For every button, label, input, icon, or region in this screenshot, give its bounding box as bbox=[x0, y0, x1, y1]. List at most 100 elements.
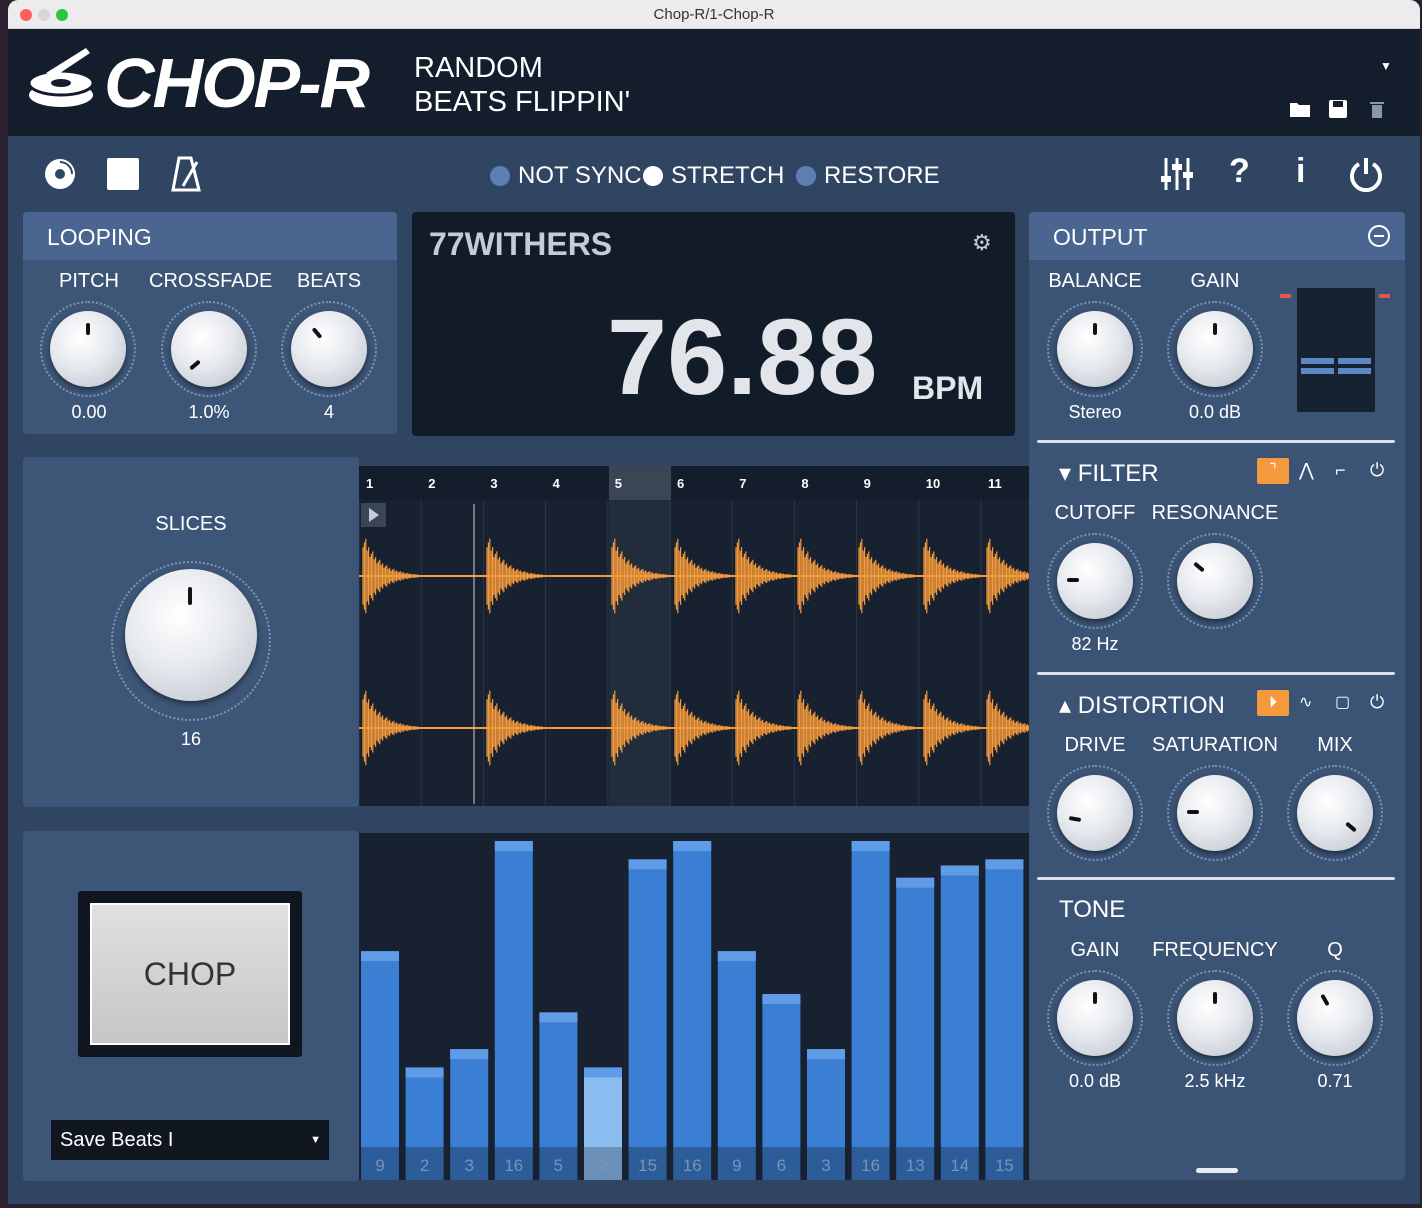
beat-label: 11 bbox=[988, 476, 1002, 491]
slice-bar-cap bbox=[584, 1067, 622, 1078]
filter-section-title[interactable]: ▾ FILTER bbox=[1059, 459, 1159, 488]
slices-value: 16 bbox=[180, 729, 202, 749]
q-knob[interactable] bbox=[1297, 980, 1373, 1056]
pitch-knob[interactable] bbox=[50, 311, 126, 387]
resize-handle[interactable] bbox=[1196, 1168, 1238, 1173]
bandpass-filter-icon[interactable]: ⋀ bbox=[1299, 460, 1314, 481]
tone-gain-knob[interactable] bbox=[1057, 980, 1133, 1056]
distortion-power-icon[interactable]: ⏻ bbox=[1370, 692, 1384, 713]
waveform-view[interactable]: 1 2 3 4 5 6 7 8 9 10 11 bbox=[358, 466, 1043, 806]
slice-number-label: 3 bbox=[821, 1156, 830, 1175]
metronome-icon[interactable] bbox=[171, 156, 201, 192]
output-header: OUTPUT bbox=[1029, 212, 1405, 260]
looping-header: LOOPING bbox=[23, 212, 397, 260]
slice-bar bbox=[628, 859, 667, 1147]
slices-panel: SLICES 16 bbox=[23, 457, 359, 807]
trash-icon[interactable] bbox=[1369, 99, 1385, 119]
preset-dropdown-icon[interactable]: ▼ bbox=[1380, 59, 1392, 73]
slice-bar-cap bbox=[361, 951, 399, 962]
help-icon[interactable]: ? bbox=[1229, 152, 1250, 191]
tagline-line-1: RANDOM bbox=[414, 52, 543, 84]
slice-bar bbox=[539, 1012, 578, 1147]
cutoff-value: 82 Hz bbox=[1071, 634, 1119, 654]
slice-number-label: 5 bbox=[554, 1156, 563, 1175]
mix-knob[interactable] bbox=[1297, 775, 1373, 851]
stop-button[interactable] bbox=[107, 158, 139, 190]
slice-bar bbox=[807, 1049, 845, 1147]
info-icon[interactable]: i bbox=[1296, 152, 1305, 191]
sync-option-stretch[interactable]: STRETCH bbox=[643, 162, 784, 190]
save-beats-dropdown[interactable]: Save Beats I ▼ bbox=[51, 1120, 329, 1160]
record-disc-icon[interactable] bbox=[44, 158, 76, 190]
distortion-section-title[interactable]: ▴ DISTORTION bbox=[1059, 691, 1225, 720]
sequencer-svg: 9 2 3 16 5 2 15 16 9 6 3 16 13 14 15 bbox=[361, 841, 1024, 1180]
beat-label: 2 bbox=[428, 476, 435, 491]
filter-power-icon[interactable]: ⏻ bbox=[1370, 460, 1384, 481]
tone-gain-label: GAIN bbox=[1070, 939, 1120, 961]
slice-bar-cap bbox=[762, 994, 801, 1004]
toolbar: NOT SYNC STRETCH RESTORE ? i bbox=[8, 136, 1420, 212]
drive-knob[interactable] bbox=[1057, 775, 1133, 851]
mix-label: MIX bbox=[1317, 734, 1353, 756]
close-window-button[interactable] bbox=[20, 9, 32, 21]
crossfade-knob[interactable] bbox=[171, 311, 247, 387]
minimize-window-button[interactable] bbox=[38, 9, 50, 21]
slices-label: SLICES bbox=[155, 513, 227, 535]
balance-knob[interactable] bbox=[1057, 311, 1133, 387]
output-title: OUTPUT bbox=[1053, 224, 1148, 250]
slices-knob[interactable] bbox=[125, 569, 257, 701]
sync-option-restore[interactable]: RESTORE bbox=[796, 162, 940, 190]
slice-number-label: 13 bbox=[906, 1156, 925, 1175]
balance-label: BALANCE bbox=[1048, 270, 1142, 292]
window-title: Chop-R/1-Chop-R bbox=[653, 6, 775, 23]
chop-button[interactable]: CHOP bbox=[78, 891, 302, 1057]
beat-label: 6 bbox=[677, 476, 684, 491]
saturation-knob[interactable] bbox=[1177, 775, 1253, 851]
bpm-value: 76.88 bbox=[607, 296, 878, 417]
q-value: 0.71 bbox=[1317, 1071, 1353, 1091]
header: CHOP-R RANDOM BEATS FLIPPIN' ▼ bbox=[8, 29, 1420, 136]
tone-gain-value: 0.0 dB bbox=[1068, 1071, 1122, 1091]
highpass-filter-icon[interactable]: ⌐ bbox=[1335, 460, 1346, 481]
sync-option-not-sync[interactable]: NOT SYNC bbox=[490, 162, 642, 190]
power-icon[interactable] bbox=[1349, 156, 1383, 192]
q-label: Q bbox=[1327, 939, 1343, 961]
radio-dot-icon bbox=[643, 166, 663, 186]
save-icon[interactable] bbox=[1328, 99, 1348, 119]
lowpass-filter-icon[interactable]: ⌝ bbox=[1257, 458, 1289, 484]
bpm-display: 77WITHERS ⚙ 76.88 BPM bbox=[412, 212, 1015, 436]
level-meter bbox=[1297, 288, 1375, 412]
slice-bar bbox=[851, 841, 890, 1147]
slice-bar-cap bbox=[673, 841, 712, 851]
diode-icon[interactable]: ⏵ bbox=[1257, 690, 1289, 716]
slice-bar bbox=[673, 841, 712, 1147]
tone-title: TONE bbox=[1059, 896, 1126, 923]
wave-shaper-icon[interactable]: ∿ bbox=[1299, 692, 1312, 712]
crossfade-value: 1.0% bbox=[188, 402, 230, 422]
pitch-value: 0.00 bbox=[71, 402, 107, 422]
save-beats-value: Save Beats I bbox=[60, 1129, 174, 1151]
beats-value: 4 bbox=[323, 402, 334, 422]
tagline: RANDOM BEATS FLIPPIN' bbox=[414, 51, 630, 119]
output-gain-knob[interactable] bbox=[1177, 311, 1253, 387]
collapse-minus-icon[interactable] bbox=[1367, 224, 1391, 248]
cutoff-knob[interactable] bbox=[1057, 543, 1133, 619]
beat-label: 1 bbox=[366, 476, 373, 491]
slice-bar bbox=[361, 951, 399, 1147]
folder-icon[interactable] bbox=[1289, 100, 1311, 118]
resonance-knob[interactable] bbox=[1177, 543, 1253, 619]
settings-gear-icon[interactable]: ⚙ bbox=[972, 230, 992, 256]
mixer-sliders-icon[interactable] bbox=[1160, 156, 1194, 192]
slice-number-label: 16 bbox=[504, 1156, 523, 1175]
beats-knob[interactable] bbox=[291, 311, 367, 387]
chip-icon[interactable]: ▢ bbox=[1335, 692, 1350, 712]
frequency-value: 2.5 kHz bbox=[1184, 1071, 1246, 1091]
slice-bar bbox=[494, 841, 533, 1147]
frequency-knob[interactable] bbox=[1177, 980, 1253, 1056]
zoom-window-button[interactable] bbox=[56, 9, 68, 21]
slice-sequencer[interactable]: 9 2 3 16 5 2 15 16 9 6 3 16 13 14 15 bbox=[359, 833, 1029, 1180]
slice-number-label: 2 bbox=[420, 1156, 429, 1175]
chop-button-label: CHOP bbox=[90, 903, 290, 1045]
plugin-window: Chop-R/1-Chop-R CHOP-R RANDOM BEATS FLIP… bbox=[8, 0, 1420, 1204]
slice-number-label: 14 bbox=[950, 1156, 969, 1175]
